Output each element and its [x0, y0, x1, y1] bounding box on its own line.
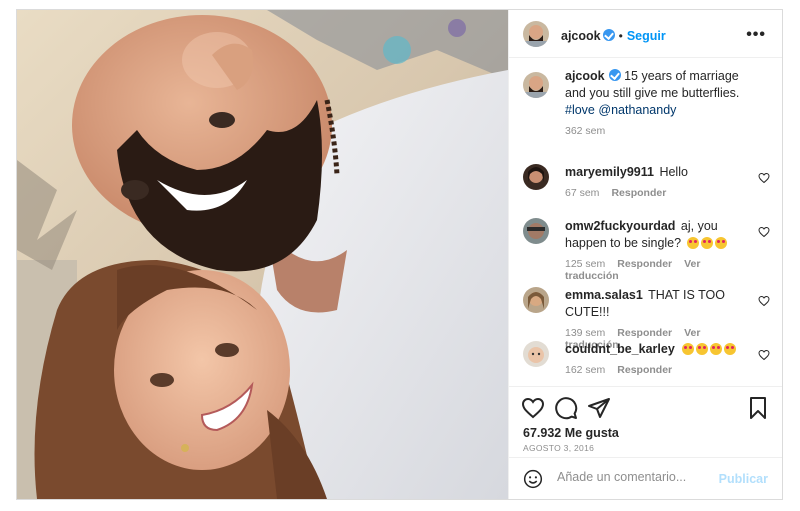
heart-icon[interactable] [758, 226, 770, 238]
post-date: AGOSTO 3, 2016 [523, 443, 595, 453]
comment-item: omw2fuckyourdad aj, you happen to be sin… [523, 218, 758, 282]
comment-time: 125 sem [565, 258, 606, 270]
caption-username[interactable]: ajcook [565, 69, 605, 83]
publish-button[interactable]: Publicar [719, 472, 768, 486]
emoji-icon[interactable] [523, 469, 543, 489]
verified-badge-icon [608, 69, 621, 81]
commenter-avatar[interactable] [523, 287, 549, 313]
caption-avatar[interactable] [523, 72, 549, 98]
share-icon[interactable] [587, 396, 611, 420]
post-header: ajcook • Seguir ••• [509, 10, 782, 58]
comment-text: Hello [659, 165, 688, 179]
tongue-emoji-icon [682, 343, 695, 355]
heart-icon[interactable] [758, 172, 770, 184]
heart-eyes-emoji-icon [724, 343, 737, 355]
bookmark-icon[interactable] [746, 396, 770, 420]
add-comment-bar: Publicar [509, 457, 782, 499]
comments-list[interactable]: ajcook 15 years of marriage and you stil… [509, 58, 782, 388]
commenter-avatar[interactable] [523, 164, 549, 190]
action-bar: 67.932 Me gusta AGOSTO 3, 2016 [509, 386, 782, 456]
comment-item: maryemily9911 Hello 67 sem Responder [523, 164, 758, 199]
heart-icon[interactable] [758, 349, 770, 361]
comment-username[interactable]: omw2fuckyourdad [565, 219, 675, 233]
heart-eyes-emoji-icon [700, 237, 713, 249]
comment-time: 139 sem [565, 327, 606, 339]
comment-username[interactable]: emma.salas1 [565, 288, 643, 302]
comment-time: 162 sem [565, 364, 606, 376]
comment-icon[interactable] [554, 396, 578, 420]
author-username[interactable]: ajcook [561, 29, 601, 43]
comment-username[interactable]: couldnt_be_karley [565, 342, 675, 356]
mention-link[interactable]: @nathanandy [598, 103, 676, 117]
comment-username[interactable]: maryemily9911 [565, 165, 654, 179]
post-panel: ajcook • Seguir ••• ajcook 15 years of mar… [508, 10, 782, 499]
hashtag-link[interactable]: #love [565, 103, 595, 117]
post-caption: ajcook 15 years of marriage and you stil… [523, 69, 763, 137]
comment-item: couldnt_be_karley 162 sem Responder [523, 341, 758, 376]
author-avatar[interactable] [523, 21, 549, 47]
laughing-emoji-icon [686, 237, 699, 249]
comment-input[interactable] [555, 469, 719, 485]
heart-icon[interactable] [758, 295, 770, 307]
heart-eyes-emoji-icon [710, 343, 723, 355]
post-photo[interactable] [17, 10, 508, 499]
heart-eyes-emoji-icon [714, 237, 727, 249]
reply-button[interactable]: Responder [617, 327, 672, 339]
follow-button[interactable]: Seguir [627, 29, 666, 43]
reply-button[interactable]: Responder [617, 364, 672, 376]
separator-dot: • [618, 29, 623, 43]
verified-badge-icon [602, 29, 615, 41]
commenter-avatar[interactable] [523, 218, 549, 244]
reply-button[interactable]: Responder [611, 187, 666, 199]
comment-time: 67 sem [565, 187, 600, 199]
post-card: ajcook • Seguir ••• ajcook 15 years of mar… [16, 9, 783, 500]
commenter-avatar[interactable] [523, 341, 549, 367]
reply-button[interactable]: Responder [617, 258, 672, 270]
likes-count[interactable]: 67.932 Me gusta [523, 426, 619, 440]
caption-time: 362 sem [565, 125, 606, 137]
more-options-icon[interactable]: ••• [746, 26, 766, 44]
heart-icon[interactable] [521, 396, 545, 420]
tongue-emoji-icon [696, 343, 709, 355]
